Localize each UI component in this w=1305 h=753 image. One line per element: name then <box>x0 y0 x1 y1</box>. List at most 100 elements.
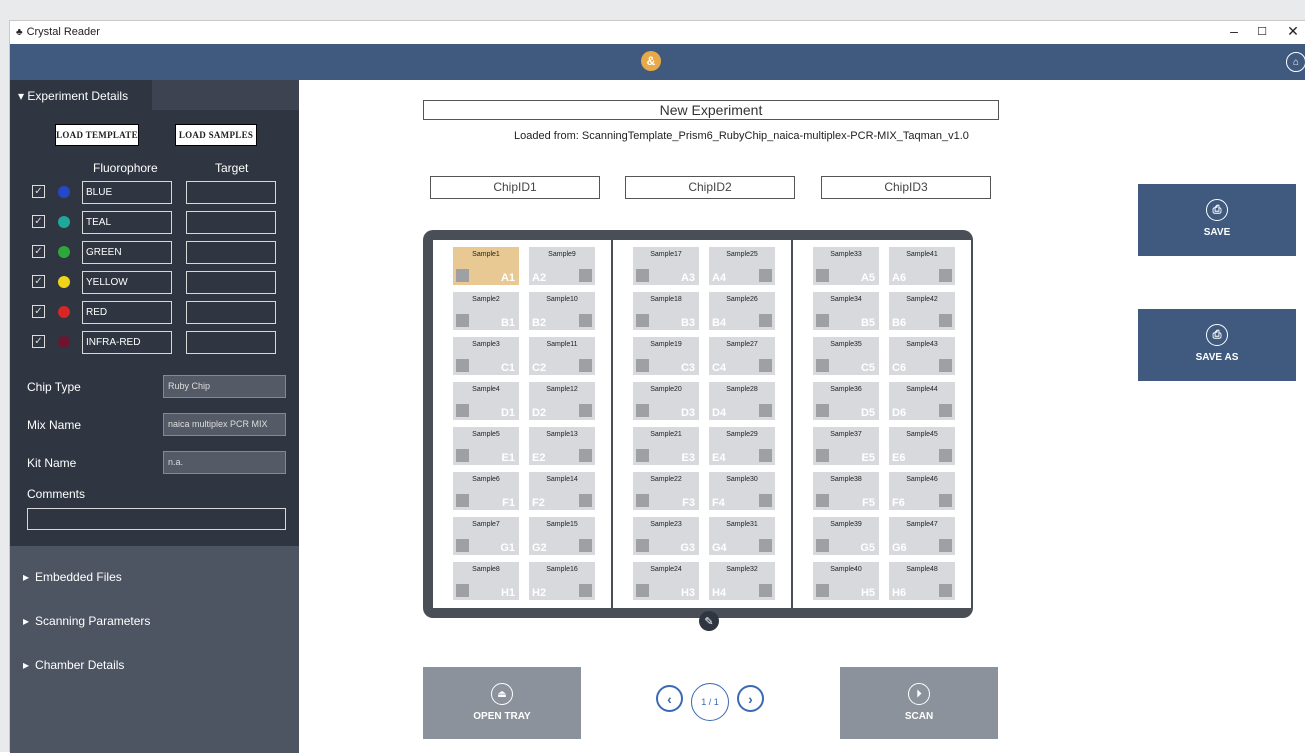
kit-name-label: Kit Name <box>27 456 77 470</box>
sample-name: Sample34 <box>830 296 862 303</box>
well-G1[interactable]: Sample7 G1 <box>453 517 519 555</box>
chip-id-field-1[interactable]: ChipID1 <box>430 176 600 199</box>
well-D5[interactable]: Sample36 D5 <box>813 382 879 420</box>
section-embedded-files[interactable]: ▸ Embedded Files <box>23 570 122 584</box>
fluorophore-name[interactable]: INFRA-RED <box>82 331 172 354</box>
well-B2[interactable]: Sample10 B2 <box>529 292 595 330</box>
checkbox[interactable]: ✓ <box>32 215 45 228</box>
section-chamber-details[interactable]: ▸ Chamber Details <box>23 658 124 672</box>
chip-type-label: Chip Type <box>27 380 81 394</box>
target-input[interactable] <box>186 271 276 294</box>
load-template-button[interactable]: LOAD TEMPLATE <box>55 124 139 146</box>
close-button[interactable]: ✕ <box>1282 23 1304 40</box>
well-H3[interactable]: Sample24 H3 <box>633 562 699 600</box>
edit-icon[interactable]: ✎ <box>699 611 719 631</box>
save-button[interactable]: ⎙ SAVE <box>1138 184 1296 256</box>
checkbox[interactable]: ✓ <box>32 245 45 258</box>
minimize-button[interactable]: – <box>1223 23 1245 39</box>
mix-name-field[interactable]: naica multiplex PCR MIX <box>163 413 286 436</box>
well-label: F4 <box>712 497 725 509</box>
next-page-button[interactable]: › <box>737 685 764 712</box>
well-H1[interactable]: Sample8 H1 <box>453 562 519 600</box>
target-input[interactable] <box>186 241 276 264</box>
save-as-button[interactable]: ⎙ SAVE AS <box>1138 309 1296 381</box>
well-A1[interactable]: Sample1 A1 <box>453 247 519 285</box>
well-H6[interactable]: Sample48 H6 <box>889 562 955 600</box>
well-D1[interactable]: Sample4 D1 <box>453 382 519 420</box>
well-D2[interactable]: Sample12 D2 <box>529 382 595 420</box>
well-indicator <box>759 494 772 507</box>
well-D6[interactable]: Sample44 D6 <box>889 382 955 420</box>
well-E2[interactable]: Sample13 E2 <box>529 427 595 465</box>
well-C2[interactable]: Sample11 C2 <box>529 337 595 375</box>
well-B6[interactable]: Sample42 B6 <box>889 292 955 330</box>
well-H2[interactable]: Sample16 H2 <box>529 562 595 600</box>
checkbox[interactable]: ✓ <box>32 305 45 318</box>
well-G3[interactable]: Sample23 G3 <box>633 517 699 555</box>
home-icon[interactable]: ⌂ <box>1286 52 1305 72</box>
checkbox[interactable]: ✓ <box>32 185 45 198</box>
well-indicator <box>579 359 592 372</box>
well-B1[interactable]: Sample2 B1 <box>453 292 519 330</box>
tab-experiment-details[interactable]: ▾ Experiment Details <box>10 80 152 110</box>
well-G6[interactable]: Sample47 G6 <box>889 517 955 555</box>
well-A5[interactable]: Sample33 A5 <box>813 247 879 285</box>
well-indicator <box>456 314 469 327</box>
checkbox[interactable]: ✓ <box>32 275 45 288</box>
target-input[interactable] <box>186 211 276 234</box>
well-H5[interactable]: Sample40 H5 <box>813 562 879 600</box>
well-F2[interactable]: Sample14 F2 <box>529 472 595 510</box>
fluorophore-name[interactable]: GREEN <box>82 241 172 264</box>
well-D4[interactable]: Sample28 D4 <box>709 382 775 420</box>
section-scanning-parameters[interactable]: ▸ Scanning Parameters <box>23 614 150 628</box>
well-E1[interactable]: Sample5 E1 <box>453 427 519 465</box>
sample-name: Sample48 <box>906 566 938 573</box>
well-F4[interactable]: Sample30 F4 <box>709 472 775 510</box>
experiment-title-field[interactable]: New Experiment <box>423 100 999 120</box>
well-C1[interactable]: Sample3 C1 <box>453 337 519 375</box>
fluorophore-name[interactable]: BLUE <box>82 181 172 204</box>
maximize-button[interactable]: ☐ <box>1251 25 1273 38</box>
chip-id-field-3[interactable]: ChipID3 <box>821 176 991 199</box>
checkbox[interactable]: ✓ <box>32 335 45 348</box>
comments-field[interactable] <box>27 508 286 530</box>
well-E5[interactable]: Sample37 E5 <box>813 427 879 465</box>
chip-type-field[interactable]: Ruby Chip <box>163 375 286 398</box>
well-F3[interactable]: Sample22 F3 <box>633 472 699 510</box>
well-C5[interactable]: Sample35 C5 <box>813 337 879 375</box>
scan-button[interactable]: ⏵ SCAN <box>840 667 998 739</box>
target-input[interactable] <box>186 331 276 354</box>
well-F5[interactable]: Sample38 F5 <box>813 472 879 510</box>
fluorophore-name[interactable]: YELLOW <box>82 271 172 294</box>
well-A4[interactable]: Sample25 A4 <box>709 247 775 285</box>
well-E4[interactable]: Sample29 E4 <box>709 427 775 465</box>
well-B3[interactable]: Sample18 B3 <box>633 292 699 330</box>
well-A2[interactable]: Sample9 A2 <box>529 247 595 285</box>
well-B5[interactable]: Sample34 B5 <box>813 292 879 330</box>
well-C4[interactable]: Sample27 C4 <box>709 337 775 375</box>
well-H4[interactable]: Sample32 H4 <box>709 562 775 600</box>
well-C6[interactable]: Sample43 C6 <box>889 337 955 375</box>
fluorophore-name[interactable]: RED <box>82 301 172 324</box>
well-A3[interactable]: Sample17 A3 <box>633 247 699 285</box>
well-G5[interactable]: Sample39 G5 <box>813 517 879 555</box>
well-F1[interactable]: Sample6 F1 <box>453 472 519 510</box>
target-input[interactable] <box>186 181 276 204</box>
well-C3[interactable]: Sample19 C3 <box>633 337 699 375</box>
kit-name-field[interactable]: n.a. <box>163 451 286 474</box>
fluorophore-name[interactable]: TEAL <box>82 211 172 234</box>
chip-id-field-2[interactable]: ChipID2 <box>625 176 795 199</box>
well-F6[interactable]: Sample46 F6 <box>889 472 955 510</box>
prev-page-button[interactable]: ‹ <box>656 685 683 712</box>
well-D3[interactable]: Sample20 D3 <box>633 382 699 420</box>
well-G4[interactable]: Sample31 G4 <box>709 517 775 555</box>
target-input[interactable] <box>186 301 276 324</box>
well-A6[interactable]: Sample41 A6 <box>889 247 955 285</box>
open-tray-button[interactable]: ⏏ OPEN TRAY <box>423 667 581 739</box>
well-indicator <box>579 539 592 552</box>
well-E6[interactable]: Sample45 E6 <box>889 427 955 465</box>
load-samples-button[interactable]: LOAD SAMPLES <box>175 124 257 146</box>
well-B4[interactable]: Sample26 B4 <box>709 292 775 330</box>
well-G2[interactable]: Sample15 G2 <box>529 517 595 555</box>
well-E3[interactable]: Sample21 E3 <box>633 427 699 465</box>
